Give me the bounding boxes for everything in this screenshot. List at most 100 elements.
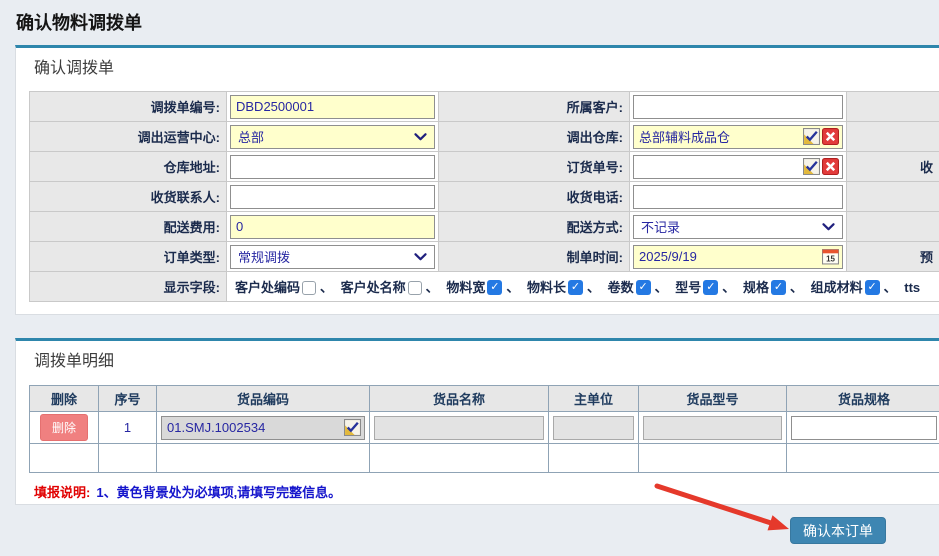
col-item-name: 货品名称	[370, 386, 549, 412]
form-row: 配送费用: 配送方式: 不记录	[30, 212, 939, 242]
chevron-down-icon	[822, 223, 835, 231]
checkbox-customer-name[interactable]	[408, 281, 422, 295]
form-row: 订单类型: 常规调拨 制单时间: 15	[30, 242, 939, 272]
lookup-icon[interactable]	[803, 158, 820, 175]
doc-date-input[interactable]	[637, 247, 820, 267]
order-type-label: 订单类型:	[30, 242, 227, 272]
clear-icon[interactable]	[822, 128, 839, 145]
form-row: 调拨单编号: 所属客户:	[30, 92, 939, 122]
checkbox-roll-count[interactable]	[636, 280, 651, 295]
confirm-order-button[interactable]: 确认本订单	[790, 517, 886, 544]
item-code-input[interactable]	[165, 418, 342, 438]
row-seq: 1	[99, 412, 157, 444]
chevron-down-icon	[414, 253, 427, 261]
form-row: 调出运营中心: 总部 调出仓库:	[30, 122, 939, 152]
note-text: 1、黄色背景处为必填项,请填写完整信息。	[96, 485, 341, 500]
checkbox-material-width[interactable]	[487, 280, 502, 295]
receiver-contact-label: 收货联系人:	[30, 182, 227, 212]
checkbox-model[interactable]	[703, 280, 718, 295]
page-title: 确认物料调拨单	[16, 9, 142, 35]
lookup-icon[interactable]	[803, 128, 820, 145]
warehouse-address-input-box	[230, 155, 435, 179]
delete-row-button[interactable]: 删除	[40, 414, 88, 441]
delivery-method-label: 配送方式:	[439, 212, 630, 242]
display-fields-checkboxes: 客户处编码、 客户处名称、 物料宽、 物料长、 卷数、 型号、 规格、 组成材料…	[227, 272, 939, 302]
edge-label	[847, 122, 939, 152]
display-fields-label: 显示字段:	[30, 272, 227, 302]
svg-text:15: 15	[826, 254, 835, 263]
checkbox-item: 型号、	[675, 280, 739, 295]
main-unit-disabled-input	[553, 416, 634, 440]
checkbox-item: 客户处编码、	[235, 280, 337, 295]
edge-label	[847, 92, 939, 122]
item-model-disabled-input	[643, 416, 782, 440]
receiver-phone-input-box	[633, 185, 843, 209]
col-seq: 序号	[99, 386, 157, 412]
edge-label	[847, 182, 939, 212]
customer-label: 所属客户:	[439, 92, 630, 122]
out-center-select[interactable]: 总部	[230, 125, 435, 149]
checkbox-material-length[interactable]	[568, 280, 583, 295]
item-code-box	[161, 416, 365, 440]
order-detail-panel: 调拨单明细 删除 序号 货品编码 货品名称 主单位 货品型号 货品规格 删除 1	[15, 338, 939, 505]
customer-input[interactable]	[637, 97, 839, 117]
calendar-icon[interactable]: 15	[822, 248, 839, 265]
checkbox-composition[interactable]	[865, 280, 880, 295]
checkbox-spec[interactable]	[771, 280, 786, 295]
customer-input-box	[633, 95, 843, 119]
delivery-method-value: 不记录	[637, 217, 680, 236]
chevron-down-icon	[414, 133, 427, 141]
delivery-fee-input-box	[230, 215, 435, 239]
out-warehouse-input[interactable]	[637, 127, 801, 147]
col-main-unit: 主单位	[549, 386, 639, 412]
receiver-phone-input[interactable]	[637, 187, 839, 207]
doc-date-input-box: 15	[633, 245, 843, 269]
col-item-spec: 货品规格	[787, 386, 939, 412]
warehouse-address-input[interactable]	[234, 157, 431, 177]
col-item-model: 货品型号	[639, 386, 787, 412]
fill-note: 填报说明: 1、黄色背景处为必填项,请填写完整信息。	[34, 482, 939, 501]
note-label: 填报说明:	[34, 485, 90, 500]
checkbox-item: 规格、	[743, 280, 807, 295]
detail-header-row: 删除 序号 货品编码 货品名称 主单位 货品型号 货品规格	[30, 386, 939, 412]
item-spec-box	[791, 416, 937, 440]
receiver-phone-label: 收货电话:	[439, 182, 630, 212]
doc-date-label: 制单时间:	[439, 242, 630, 272]
section-title-confirm: 确认调拨单	[34, 58, 939, 80]
clear-icon[interactable]	[822, 158, 839, 175]
edge-label-partial: 收	[847, 152, 939, 182]
display-fields-row: 显示字段: 客户处编码、 客户处名称、 物料宽、 物料长、 卷数、 型号、 规格…	[30, 272, 939, 302]
confirm-order-panel: 确认调拨单 调拨单编号: 所属客户:	[15, 45, 939, 315]
transfer-no-label: 调拨单编号:	[30, 92, 227, 122]
form-row: 收货联系人: 收货电话:	[30, 182, 939, 212]
out-warehouse-input-box	[633, 125, 843, 149]
col-item-code: 货品编码	[157, 386, 370, 412]
order-type-select[interactable]: 常规调拨	[230, 245, 435, 269]
receiver-contact-input-box	[230, 185, 435, 209]
edge-label-partial: 预	[847, 242, 939, 272]
checkbox-item: 组成材料、	[811, 280, 901, 295]
item-name-disabled-input	[374, 416, 544, 440]
delivery-fee-input[interactable]	[234, 217, 431, 237]
delivery-method-select[interactable]: 不记录	[633, 215, 843, 239]
detail-empty-row	[30, 444, 939, 473]
checkbox-item: 物料长、	[527, 280, 604, 295]
checkbox-customer-code[interactable]	[302, 281, 316, 295]
item-spec-input[interactable]	[795, 418, 933, 438]
receiver-contact-input[interactable]	[234, 187, 431, 207]
out-center-label: 调出运营中心:	[30, 122, 227, 152]
out-warehouse-label: 调出仓库:	[439, 122, 630, 152]
checkbox-item: 客户处名称、	[341, 280, 443, 295]
transfer-no-input-box	[230, 95, 435, 119]
checkbox-item: 卷数、	[608, 280, 672, 295]
order-no-input-box	[633, 155, 843, 179]
lookup-icon[interactable]	[344, 419, 361, 436]
checkbox-item: 物料宽、	[446, 280, 523, 295]
transfer-no-input[interactable]	[234, 97, 431, 117]
warehouse-address-label: 仓库地址:	[30, 152, 227, 182]
order-no-input[interactable]	[637, 157, 801, 177]
col-delete: 删除	[30, 386, 99, 412]
detail-row: 删除 1	[30, 412, 939, 444]
order-form-table: 调拨单编号: 所属客户: 调出运营中心:	[29, 91, 939, 302]
form-row: 仓库地址: 订货单号:	[30, 152, 939, 182]
